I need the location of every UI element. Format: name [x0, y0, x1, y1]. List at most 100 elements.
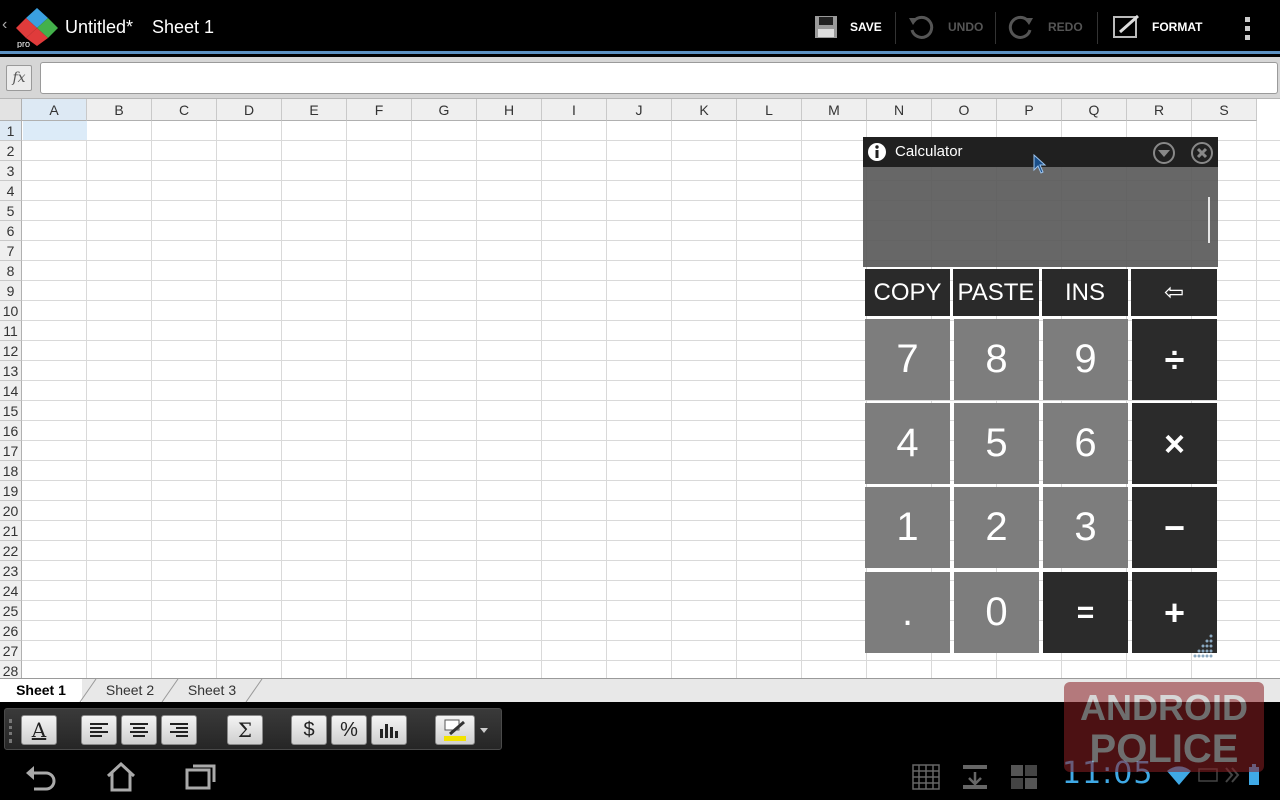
column-header[interactable]: C [152, 99, 217, 121]
sheet-tab[interactable]: Sheet 2 [92, 679, 168, 702]
close-icon[interactable] [1190, 141, 1214, 165]
row-header[interactable]: 2 [0, 141, 22, 161]
row-header[interactable]: 11 [0, 321, 22, 341]
row-header[interactable]: 23 [0, 561, 22, 581]
row-header[interactable]: 5 [0, 201, 22, 221]
back-icon[interactable] [24, 760, 58, 794]
row-header[interactable]: 25 [0, 601, 22, 621]
multiply-key[interactable]: × [1132, 403, 1217, 484]
function-button[interactable]: fx [6, 65, 32, 91]
info-icon[interactable] [867, 142, 887, 162]
overflow-menu-icon[interactable] [1244, 16, 1252, 40]
paste-key[interactable]: PASTE [953, 269, 1039, 316]
fill-color-button[interactable] [435, 715, 475, 745]
resize-handle-icon[interactable] [1188, 633, 1214, 659]
insert-chart-button[interactable] [371, 715, 407, 745]
column-header[interactable]: O [932, 99, 997, 121]
row-header[interactable]: 18 [0, 461, 22, 481]
digit-key-8[interactable]: 8 [954, 319, 1039, 400]
digit-key-1[interactable]: 1 [865, 487, 950, 568]
row-header[interactable]: 28 [0, 661, 22, 678]
column-header[interactable]: M [802, 99, 867, 121]
calculator-display[interactable] [863, 167, 1218, 267]
column-header[interactable]: I [542, 99, 607, 121]
subtract-key[interactable]: − [1132, 487, 1217, 568]
column-header[interactable]: L [737, 99, 802, 121]
digit-key-7[interactable]: 7 [865, 319, 950, 400]
sheet-tab[interactable]: Sheet 3 [174, 679, 250, 702]
column-header[interactable]: F [347, 99, 412, 121]
equals-key[interactable]: = [1043, 572, 1128, 653]
digit-key-6[interactable]: 6 [1043, 403, 1128, 484]
minimize-icon[interactable] [1152, 141, 1176, 165]
row-header[interactable]: 27 [0, 641, 22, 661]
sheet-tab[interactable]: Sheet 1 [0, 679, 82, 702]
undo-button[interactable]: UNDO [906, 0, 983, 54]
copy-key[interactable]: COPY [865, 269, 950, 316]
column-header[interactable]: R [1127, 99, 1192, 121]
decimal-key[interactable]: . [865, 572, 950, 653]
column-header[interactable]: S [1192, 99, 1257, 121]
row-header[interactable]: 14 [0, 381, 22, 401]
save-button[interactable]: SAVE [814, 0, 882, 54]
row-header[interactable]: 15 [0, 401, 22, 421]
selected-cell[interactable] [23, 121, 87, 140]
digit-key-0[interactable]: 0 [954, 572, 1039, 653]
align-center-button[interactable] [121, 715, 157, 745]
digit-key-5[interactable]: 5 [954, 403, 1039, 484]
column-header[interactable]: G [412, 99, 477, 121]
app-logo-icon[interactable]: pro [14, 6, 60, 48]
digit-key-4[interactable]: 4 [865, 403, 950, 484]
column-header[interactable]: E [282, 99, 347, 121]
currency-format-button[interactable]: $ [291, 715, 327, 745]
download-notification-icon[interactable] [962, 764, 988, 790]
column-header[interactable]: H [477, 99, 542, 121]
column-header[interactable]: A [22, 99, 87, 121]
format-button[interactable]: FORMAT [1112, 0, 1202, 54]
align-left-button[interactable] [81, 715, 117, 745]
row-header[interactable]: 13 [0, 361, 22, 381]
row-header[interactable]: 20 [0, 501, 22, 521]
spreadsheet-notification-icon[interactable] [912, 764, 940, 790]
font-style-button[interactable]: A [21, 715, 57, 745]
row-header[interactable]: 6 [0, 221, 22, 241]
row-header[interactable]: 9 [0, 281, 22, 301]
recent-apps-icon[interactable] [184, 760, 218, 794]
row-header[interactable]: 19 [0, 481, 22, 501]
row-header[interactable]: 17 [0, 441, 22, 461]
align-right-button[interactable] [161, 715, 197, 745]
column-header[interactable]: B [87, 99, 152, 121]
autosum-button[interactable]: Σ [227, 715, 263, 745]
column-header[interactable]: P [997, 99, 1062, 121]
insert-key[interactable]: INS [1042, 269, 1128, 316]
digit-key-3[interactable]: 3 [1043, 487, 1128, 568]
row-header[interactable]: 21 [0, 521, 22, 541]
row-header[interactable]: 8 [0, 261, 22, 281]
row-header[interactable]: 26 [0, 621, 22, 641]
column-header[interactable]: J [607, 99, 672, 121]
screenshot-notification-icon[interactable] [1010, 764, 1038, 790]
digit-key-2[interactable]: 2 [954, 487, 1039, 568]
divide-key[interactable]: ÷ [1132, 319, 1217, 400]
row-header[interactable]: 24 [0, 581, 22, 601]
back-chevron-icon[interactable]: ‹ [2, 16, 7, 34]
row-header[interactable]: 4 [0, 181, 22, 201]
toolbar-grip[interactable] [9, 719, 12, 743]
backspace-key[interactable]: ⇦ [1131, 269, 1217, 316]
percent-format-button[interactable]: % [331, 715, 367, 745]
row-header[interactable]: 3 [0, 161, 22, 181]
formula-input[interactable] [40, 62, 1278, 94]
column-header[interactable]: K [672, 99, 737, 121]
column-header[interactable]: D [217, 99, 282, 121]
row-header[interactable]: 22 [0, 541, 22, 561]
redo-button[interactable]: REDO [1006, 0, 1083, 54]
row-header[interactable]: 10 [0, 301, 22, 321]
select-all-corner[interactable] [0, 99, 22, 121]
column-header[interactable]: Q [1062, 99, 1127, 121]
row-header[interactable]: 7 [0, 241, 22, 261]
home-icon[interactable] [104, 760, 138, 794]
digit-key-9[interactable]: 9 [1043, 319, 1128, 400]
column-header[interactable]: N [867, 99, 932, 121]
row-header[interactable]: 1 [0, 121, 22, 141]
fill-color-dropdown[interactable] [477, 721, 491, 739]
